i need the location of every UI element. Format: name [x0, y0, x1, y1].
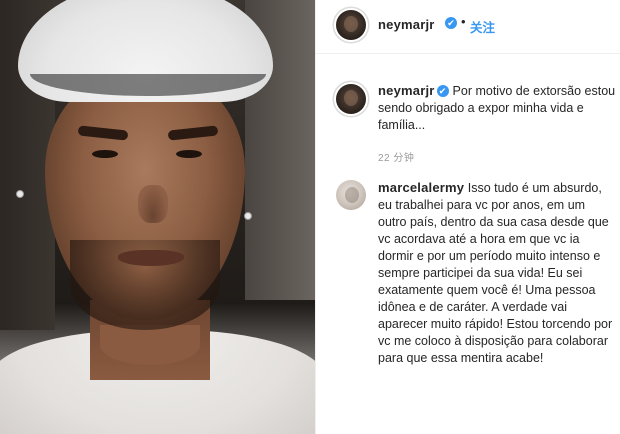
nose [138, 185, 168, 223]
post-timestamp[interactable]: 22 分钟 [378, 149, 414, 164]
eye [92, 150, 118, 158]
author-avatar[interactable] [336, 10, 366, 40]
verified-badge-icon: ✔ [436, 84, 449, 97]
author-username[interactable]: neymarjr [378, 17, 435, 32]
commenter-username[interactable]: marcelalermy [378, 180, 464, 195]
post-panel: neymarjr ✔ • 关注 neymarjr ✔ Por motivo de e… [315, 0, 620, 434]
commenter-avatar[interactable] [336, 180, 366, 210]
verified-badge-icon: ✔ [445, 17, 457, 29]
caption: neymarjr ✔ Por motivo de extorsão estou se… [378, 82, 618, 134]
follow-button[interactable]: 关注 [470, 17, 495, 36]
comment-body: marcelalermy Isso tudo é um absurdo, eu … [378, 179, 614, 367]
comment-text: Isso tudo é um absurdo, eu trabalhei par… [378, 181, 613, 365]
eye [176, 150, 202, 158]
mouth [118, 250, 184, 266]
post-header: neymarjr ✔ • 关注 [316, 0, 620, 54]
separator-dot: • [461, 14, 466, 29]
earring [244, 212, 252, 220]
earring [16, 190, 24, 198]
video-frame[interactable] [0, 0, 315, 434]
caption-author-username[interactable]: neymarjr [378, 83, 435, 98]
caption-author-avatar[interactable] [336, 84, 366, 114]
collar [100, 325, 200, 365]
